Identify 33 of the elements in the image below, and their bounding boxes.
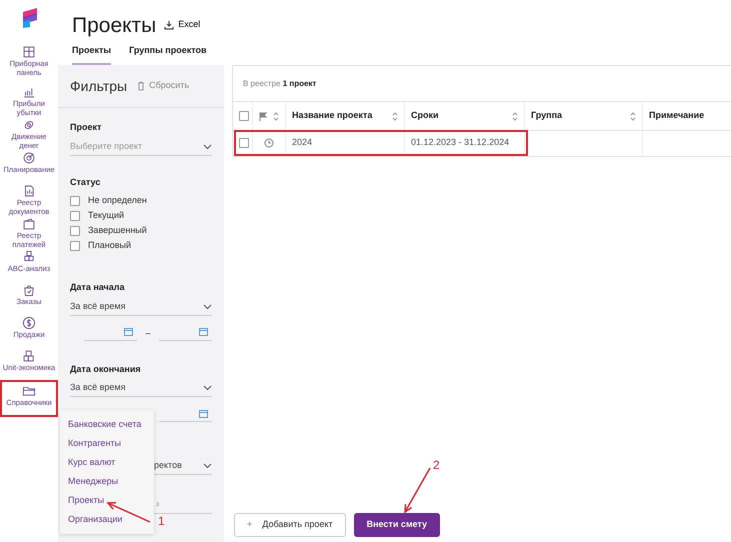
menu-item[interactable]: Организации [68,510,146,529]
column-header[interactable]: Группа [525,102,643,130]
excel-export-button[interactable]: Excel [164,18,200,32]
filter-label: Дата окончания [70,362,142,376]
filter-label: Дата начала [70,281,126,294]
table-cell-text: 01.12.2023 - 31.12.2024 [411,136,510,150]
filter-label: Статус [70,176,102,189]
filter-title: Фильтры [70,76,128,96]
annotation-number: 1 [158,513,165,530]
submit-estimate-button[interactable]: Внести смету [354,513,440,537]
table-cell-text: 2024 [292,136,312,150]
plus-icon: + [247,518,252,532]
page-title: Проекты [72,14,156,36]
add-project-button[interactable]: + Добавить проект [234,513,346,537]
registry-summary: В реестре 1 проект [242,78,318,90]
tab[interactable]: Группы проектов [129,44,207,65]
column-header[interactable]: Примечание [643,102,731,130]
annotation-number: 2 [433,457,440,474]
select-field[interactable]: За всё время [70,380,212,397]
menu-item[interactable]: Проекты [68,491,146,510]
checkbox-label: Текущий [88,208,124,222]
range-separator: – [145,327,150,340]
select-field[interactable]: За всё время [70,298,212,316]
checkbox-label: Завершенный [88,224,147,237]
filter-label: Проект [70,121,102,134]
menu-item[interactable]: Контрагенты [68,434,146,453]
menu-item[interactable]: Банковские счета [68,415,146,434]
column-header[interactable]: Сроки [405,102,525,130]
menu-item[interactable]: Курс валют [68,453,146,472]
menu-item[interactable]: Менеджеры [68,472,146,491]
checkbox-label: Плановый [88,238,131,252]
column-header[interactable]: Название проекта [286,102,405,130]
checkbox-label: Не определен [88,194,147,207]
